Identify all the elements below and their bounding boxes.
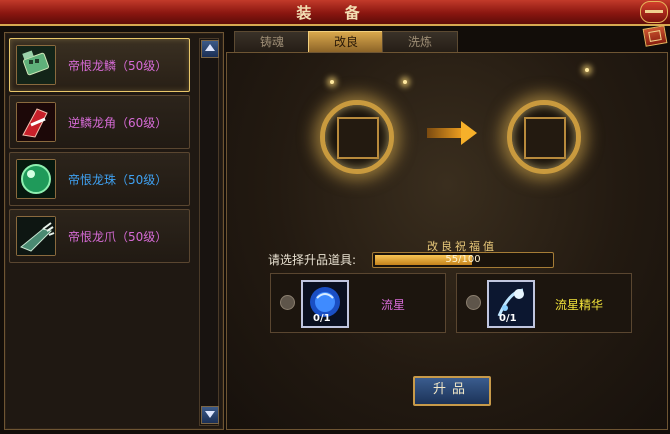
- sparkle-decoration: [330, 80, 334, 84]
- material-count: 0/1: [499, 313, 517, 324]
- material-radio[interactable]: [466, 295, 481, 310]
- equipment-item-label: 帝恨龙珠（50级）: [68, 173, 168, 187]
- equipment-item[interactable]: 逆鳞龙角（60级）: [9, 95, 190, 149]
- equipment-list-panel: 帝恨龙鳞（50级） 逆鳞龙角（60级） 帝恨龙珠（50级） 帝恨龙爪（50级）: [4, 32, 224, 430]
- scroll-down-button[interactable]: [201, 406, 219, 424]
- material-option[interactable]: 0/1 流星: [270, 273, 446, 333]
- equipment-item[interactable]: 帝恨龙鳞（50级）: [9, 38, 190, 92]
- green-talisman-icon: [16, 45, 56, 85]
- sparkle-decoration: [585, 68, 589, 72]
- blue-meteor-orb-icon: 0/1: [301, 280, 349, 328]
- material-name: 流星精华: [555, 298, 604, 312]
- green-orb-icon: [16, 159, 56, 199]
- red-horn-blade-icon: [16, 102, 56, 142]
- source-equipment-ring: [320, 100, 394, 174]
- result-equipment-slot: [524, 117, 566, 159]
- equipment-item-label: 帝恨龙爪（50级）: [68, 230, 168, 244]
- close-button[interactable]: [640, 1, 668, 23]
- list-scrollbar[interactable]: [199, 38, 219, 426]
- window-title: 装 备: [296, 4, 374, 22]
- arrow-head-icon: [461, 121, 477, 145]
- chevron-up-icon: [205, 44, 215, 51]
- equipment-item-label: 逆鳞龙角（60级）: [68, 116, 168, 130]
- equipment-item-label: 帝恨龙鳞（50级）: [68, 59, 168, 73]
- sparkle-decoration: [403, 80, 407, 84]
- select-material-prompt: 请选择升品道具:: [268, 253, 357, 267]
- dragon-claw-icon: [16, 216, 56, 256]
- arrow-icon: [427, 128, 463, 138]
- tab-refine[interactable]: 洗炼: [382, 31, 458, 52]
- result-equipment-ring: [507, 100, 581, 174]
- equipment-item[interactable]: 帝恨龙爪（50级）: [9, 209, 190, 263]
- tab-improve[interactable]: 改良: [308, 31, 384, 52]
- window-title-bar: 装 备: [0, 0, 670, 26]
- tab-forge-soul[interactable]: 铸魂: [234, 31, 310, 52]
- bless-progress-bar: 55/100: [372, 252, 554, 268]
- bless-progress-text: 55/100: [445, 254, 481, 265]
- material-radio[interactable]: [280, 295, 295, 310]
- equipment-item[interactable]: 帝恨龙珠（50级）: [9, 152, 190, 206]
- material-count: 0/1: [313, 313, 331, 324]
- upgrade-button[interactable]: 升品: [413, 376, 491, 406]
- material-option[interactable]: 0/1 流星精华: [456, 273, 632, 333]
- help-book-icon[interactable]: [642, 25, 668, 47]
- scroll-up-button[interactable]: [201, 40, 219, 58]
- meteor-essence-icon: 0/1: [487, 280, 535, 328]
- chevron-down-icon: [205, 411, 215, 418]
- material-name: 流星: [381, 298, 406, 312]
- source-equipment-slot[interactable]: [337, 117, 379, 159]
